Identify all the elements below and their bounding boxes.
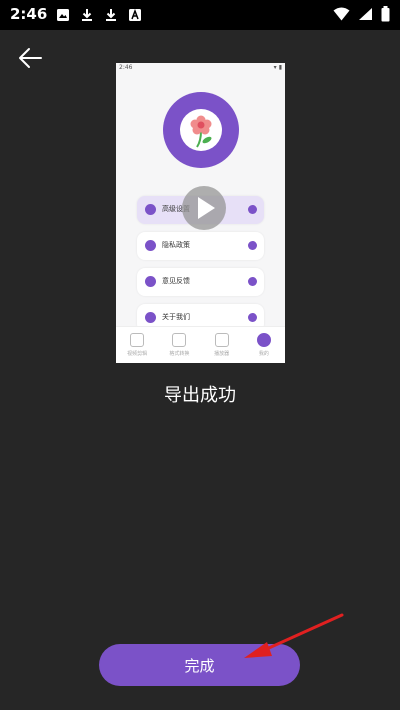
info-icon	[145, 312, 156, 323]
preview-tab-label: 视频剪辑	[127, 351, 148, 357]
preview-menu-label: 意见反馈	[162, 277, 190, 285]
preview-menu-label: 关于我们	[162, 313, 190, 321]
font-icon	[127, 7, 142, 22]
preview-status-time: 2:46	[119, 64, 133, 71]
chevron-right-icon	[248, 313, 257, 322]
back-button[interactable]	[16, 44, 44, 72]
chevron-right-icon	[248, 205, 257, 214]
download-icon	[103, 7, 118, 22]
export-success-message: 导出成功	[164, 385, 236, 406]
play-icon	[198, 197, 215, 219]
preview-battery-icon: ▮	[278, 64, 282, 71]
preview-menu-item: 意见反馈	[137, 268, 264, 296]
preview-tab-label: 我的	[258, 351, 269, 357]
profile-icon	[256, 333, 271, 347]
settings-icon	[145, 204, 156, 215]
flower-icon	[180, 109, 222, 151]
preview-tab-bar: 视频剪辑 格式转换 播放器 我的	[116, 326, 285, 363]
lock-icon	[145, 240, 156, 251]
preview-tab-label: 格式转换	[169, 351, 190, 357]
preview-menu-item: 隐私政策	[137, 232, 264, 260]
chevron-right-icon	[248, 277, 257, 286]
system-icons	[333, 6, 390, 22]
play-button[interactable]	[182, 186, 226, 230]
film-icon	[214, 333, 229, 347]
preview-tab: 视频剪辑	[116, 327, 158, 363]
notification-icons	[55, 7, 142, 22]
annotation-arrow-icon	[244, 613, 344, 658]
arrow-left-icon	[19, 48, 42, 68]
download-icon	[79, 7, 94, 22]
chat-icon	[145, 276, 156, 287]
preview-avatar-circle	[163, 92, 239, 168]
convert-icon	[172, 333, 187, 347]
preview-tab: 播放器	[201, 327, 243, 363]
preview-status-bar: 2:46 ▾ ▮	[116, 63, 285, 75]
chevron-right-icon	[248, 241, 257, 250]
preview-tab-label: 播放器	[214, 351, 230, 357]
status-bar: 2:46	[0, 0, 400, 30]
signal-icon	[359, 8, 372, 20]
scissors-icon	[130, 333, 145, 347]
preview-menu-label: 隐私政策	[162, 241, 190, 249]
status-time: 2:46	[10, 5, 48, 23]
image-icon	[55, 7, 70, 22]
video-preview[interactable]: 2:46 ▾ ▮ 高级设置 隐私政策 意见反馈 关于我们 视频剪辑 格式转换 播…	[116, 63, 285, 363]
battery-icon	[381, 6, 390, 22]
preview-tab: 我的	[243, 327, 285, 363]
preview-tab: 格式转换	[158, 327, 200, 363]
wifi-icon	[333, 7, 350, 21]
preview-wifi-icon: ▾	[273, 64, 277, 71]
